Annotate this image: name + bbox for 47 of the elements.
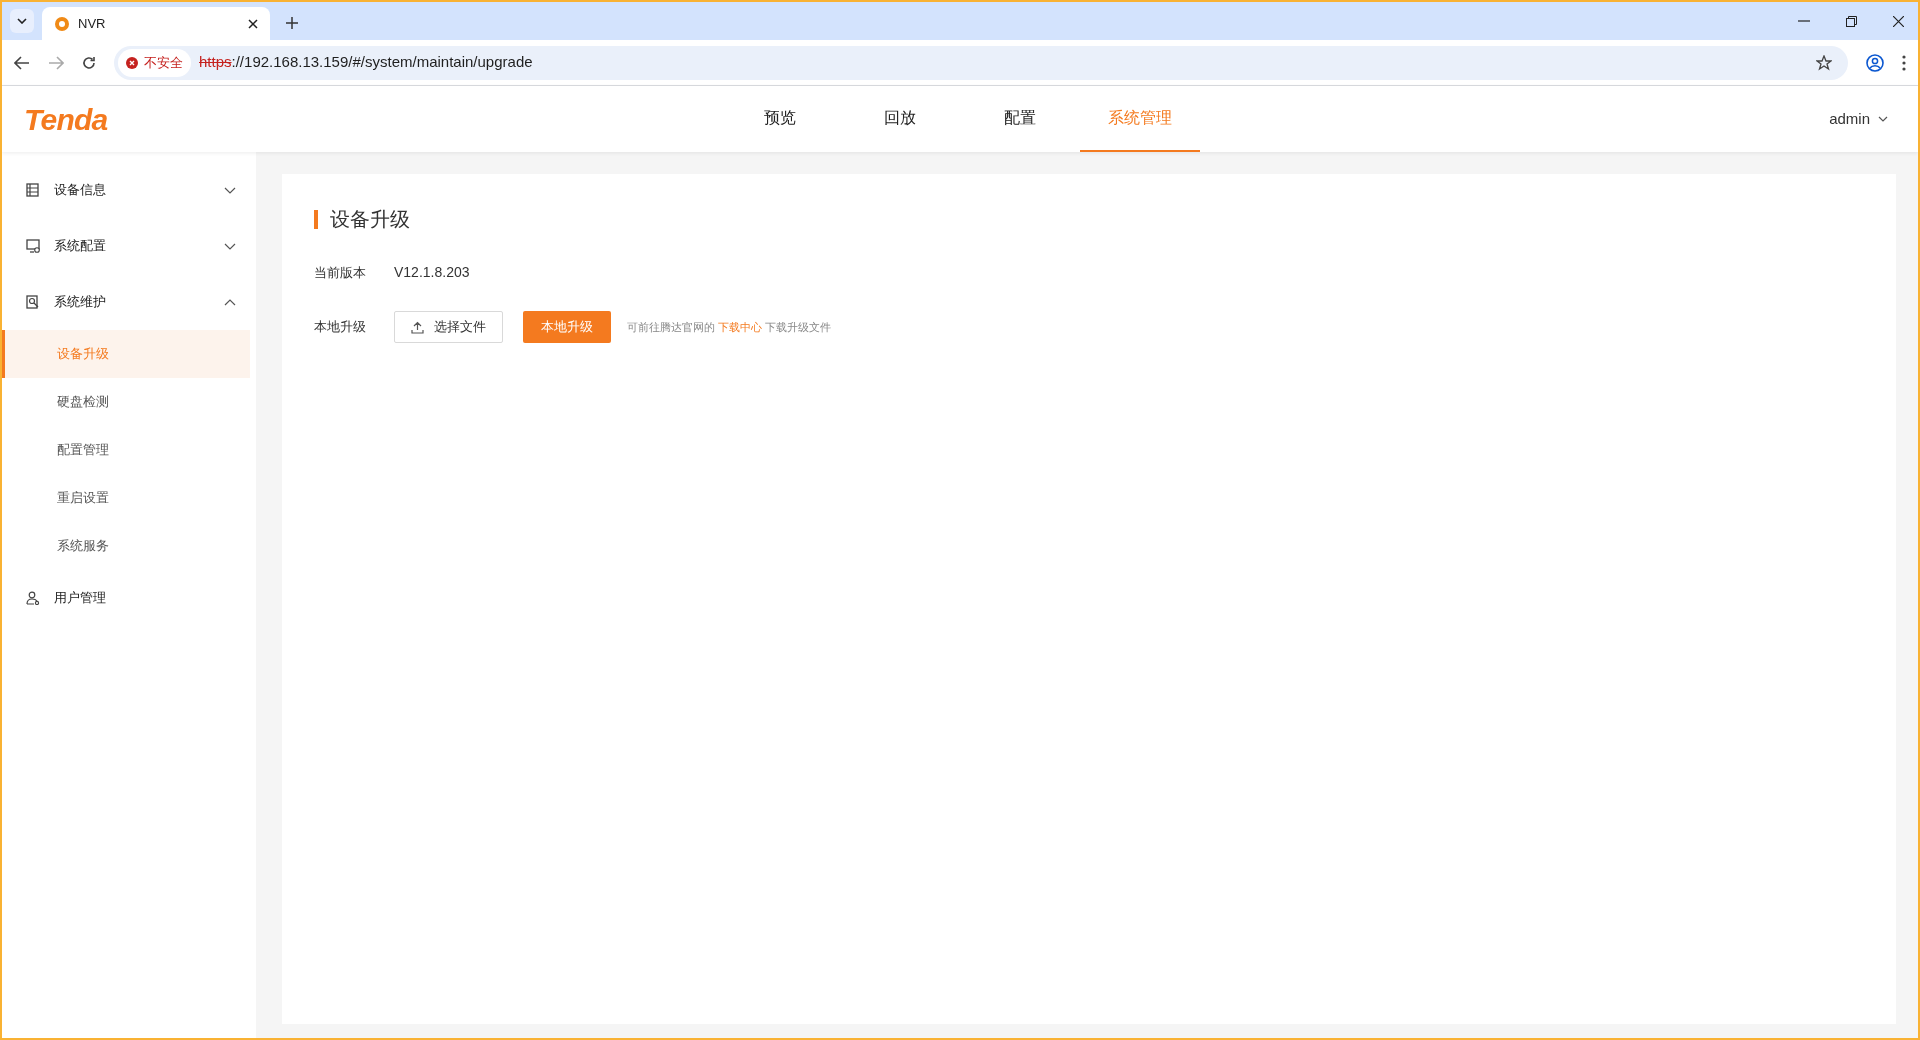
nav-tab[interactable]: 预览 [720,86,840,152]
title-accent-bar [314,209,318,229]
sidebar-subitem[interactable]: 配置管理 [2,426,250,474]
hint-text: 可前往腾达官网的 下载中心 下载升级文件 [627,319,832,335]
nav-tab[interactable]: 配置 [960,86,1080,152]
tab-list-button[interactable] [10,9,34,33]
warning-icon [126,56,138,69]
reload-icon[interactable] [82,55,96,70]
tab-title: NVR [78,14,107,33]
chevron-down-icon [224,242,236,250]
back-icon[interactable] [14,55,30,70]
version-value: V12.1.8.203 [394,263,470,282]
sidebar-group-item[interactable]: 系统维护 [2,274,256,330]
close-icon[interactable] [1893,16,1904,27]
sidebar-subitem[interactable]: 系统服务 [2,522,250,570]
choose-file-button[interactable]: 选择文件 [394,311,503,343]
tenda-logo: Tenda [24,101,109,138]
chevron-up-icon [224,298,236,306]
close-icon[interactable] [248,18,258,29]
new-tab-icon[interactable] [286,17,298,29]
version-label: 当前版本 [314,263,367,282]
nav-tab[interactable]: 回放 [840,86,960,152]
monitor-gear-icon [26,239,40,253]
chevron-down-icon [1878,116,1888,122]
document-wrench-icon [26,295,40,309]
address-bar[interactable]: 不安全 https://192.168.13.159/#/system/maintain/upgrade [114,45,1848,80]
sidebar-group-item[interactable]: 设备信息 [2,162,256,218]
tenda-favicon-icon [54,15,70,32]
profile-icon[interactable] [1866,53,1884,72]
security-chip[interactable]: 不安全 [118,48,191,77]
list-icon [26,183,40,197]
upload-icon [411,320,424,334]
browser-tab[interactable]: NVR [42,7,270,40]
user-menu[interactable]: admin [1596,107,1888,131]
restore-icon[interactable] [1846,16,1857,27]
sidebar-subitem[interactable]: 重启设置 [2,474,250,522]
star-icon[interactable] [1816,54,1832,71]
sidebar-subitem[interactable]: 硬盘检测 [2,378,250,426]
page-title: 设备升级 [330,207,410,232]
url-text: https://192.168.13.159/#/system/maintain/upgrade [199,52,533,73]
sidebar-group-item[interactable]: 系统配置 [2,218,256,274]
user-icon [26,591,40,605]
menu-icon[interactable] [1902,54,1906,71]
sidebar-group-item[interactable]: 用户管理 [2,570,256,626]
upgrade-label: 本地升级 [314,318,367,337]
chevron-down-icon [17,18,27,24]
chevron-down-icon [224,186,236,194]
